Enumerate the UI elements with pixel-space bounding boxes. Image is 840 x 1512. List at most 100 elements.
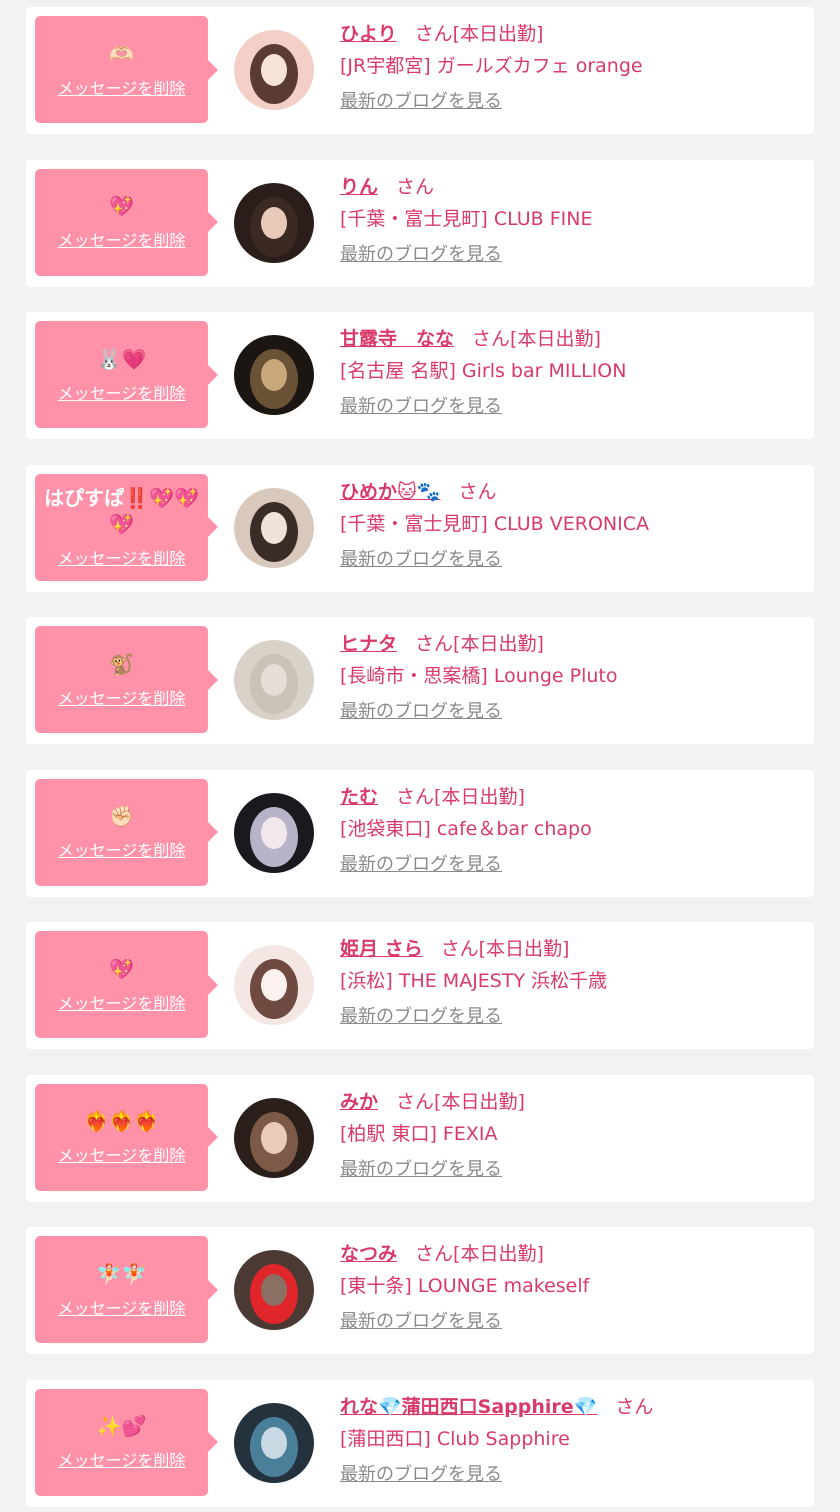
cast-name-link[interactable]: ひめか🐱🐾: [340, 481, 440, 503]
shop-name: [JR宇都宮] ガールズカフェ orange: [340, 55, 643, 77]
honorific: さん: [440, 938, 479, 960]
cast-name-row: たむ さん[本日出勤]: [340, 782, 804, 812]
shop-name: [千葉・富士見町] CLUB VERONICA: [340, 512, 649, 535]
shop-name: [蒲田西口] Club Sapphire: [340, 1427, 570, 1450]
message-card: ✊🏻 メッセージを削除 たむ さん[本日出勤] [池袋東口] cafe＆bar chap…: [26, 769, 814, 897]
message-bubble: 🐒 メッセージを削除: [35, 626, 218, 733]
avatar[interactable]: [234, 335, 314, 415]
cast-info: れな💎蒲田西口Sapphire💎 さん [蒲田西口] Club Sapphire 最新…: [340, 1392, 804, 1486]
honorific: さん: [472, 328, 511, 350]
latest-blog-link[interactable]: 最新のブログを見る: [340, 87, 502, 113]
shop-name: [千葉・富士見町] CLUB FINE: [340, 207, 593, 230]
sparkling-heart-icon: 💖: [109, 194, 134, 218]
cast-name-link[interactable]: たむ: [340, 786, 378, 808]
cast-name-link[interactable]: ひより: [340, 23, 397, 45]
work-status: [本日出勤]: [434, 785, 525, 808]
cast-name-link[interactable]: 甘露寺 なな: [340, 328, 454, 350]
honorific: さん: [415, 1243, 454, 1265]
work-status: [本日出勤]: [510, 328, 601, 350]
honorific: さん: [458, 480, 497, 503]
delete-message-link[interactable]: メッセージを削除: [58, 837, 186, 861]
avatar[interactable]: [234, 1097, 314, 1178]
message-card: 🧚🏻🧚🏻 メッセージを削除 なつみ さん[本日出勤] [東十条] LOUNGE make…: [26, 1227, 814, 1354]
sparkling-heart-icon: はぴすぱ‼️💖💖💖: [44, 486, 199, 536]
avatar[interactable]: [234, 792, 314, 873]
message-bubble: ✨💕 メッセージを削除: [35, 1388, 218, 1496]
delete-message-link[interactable]: メッセージを削除: [58, 75, 186, 99]
message-card: 🫶🏻 メッセージを削除 ひより さん[本日出勤] [JR宇都宮] ガールズカフェ ora…: [26, 7, 814, 134]
message-card: 💖 メッセージを削除 姫月 さら さん[本日出勤] [浜松] THE MAJESTY 浜…: [26, 922, 814, 1049]
delete-message-link[interactable]: メッセージを削除: [58, 685, 186, 709]
honorific: さん: [615, 1395, 654, 1418]
delete-message-link[interactable]: メッセージを削除: [58, 380, 186, 404]
cast-name-link[interactable]: ヒナタ: [340, 633, 397, 655]
avatar[interactable]: [234, 487, 314, 568]
cast-name-row: なつみ さん[本日出勤]: [340, 1239, 804, 1269]
avatar[interactable]: [234, 1250, 314, 1330]
heart-hands-icon: 🫶🏻: [109, 41, 134, 66]
cast-info: みか さん[本日出勤] [柏駅 東口] FEXIA 最新のブログを見る: [340, 1087, 804, 1181]
delete-message-link[interactable]: メッセージを削除: [58, 1142, 186, 1166]
message-card: ✨💕 メッセージを削除 れな💎蒲田西口Sapphire💎 さん [蒲田西口] Club …: [26, 1379, 814, 1507]
monkey-icon: 🐒: [109, 651, 134, 676]
delete-message-link[interactable]: メッセージを削除: [58, 227, 186, 251]
message-card: 🐒 メッセージを削除 ヒナタ さん[本日出勤] [長崎市・思案橋] Lounge Plu…: [26, 617, 814, 744]
work-status: [本日出勤]: [478, 938, 570, 960]
cast-info: たむ さん[本日出勤] [池袋東口] cafe＆bar chapo 最新のブログを見る: [340, 782, 804, 876]
cast-info: ひめか🐱🐾 さん [千葉・富士見町] CLUB VERONICA 最新のブログを見る: [340, 477, 804, 571]
avatar[interactable]: [234, 182, 314, 263]
avatar[interactable]: [234, 640, 314, 720]
latest-blog-link[interactable]: 最新のブログを見る: [340, 545, 502, 571]
work-status: [本日出勤]: [434, 1090, 525, 1113]
cast-name-link[interactable]: りん: [340, 176, 378, 198]
shop-name: [長崎市・思案橋] Lounge Pluto: [340, 665, 618, 687]
delete-message-link[interactable]: メッセージを削除: [58, 545, 186, 569]
delete-message-link[interactable]: メッセージを削除: [58, 1295, 186, 1319]
shop-name: [浜松] THE MAJESTY 浜松千歳: [340, 970, 608, 992]
avatar[interactable]: [234, 1402, 314, 1483]
avatar[interactable]: [234, 30, 314, 110]
cast-name-row: 甘露寺 なな さん[本日出勤]: [340, 324, 804, 354]
latest-blog-link[interactable]: 最新のブログを見る: [340, 1460, 502, 1486]
latest-blog-link[interactable]: 最新のブログを見る: [340, 697, 502, 723]
cast-info: 姫月 さら さん[本日出勤] [浜松] THE MAJESTY 浜松千歳最新のブログ…: [340, 934, 804, 1028]
message-bubble: 🐰💗 メッセージを削除: [35, 321, 218, 428]
message-card: 🐰💗 メッセージを削除 甘露寺 なな さん[本日出勤] [名古屋 名駅] Girls b…: [26, 312, 814, 439]
sparkles-hearts-icon: ✨💕: [96, 1414, 147, 1438]
honorific: さん: [415, 633, 454, 655]
cast-name-row: ひより さん[本日出勤]: [340, 19, 804, 49]
cast-name-link[interactable]: みか: [340, 1091, 378, 1113]
message-bubble: 💖 メッセージを削除: [35, 931, 218, 1038]
raised-fist-icon: ✊🏻: [109, 804, 134, 828]
message-card: 💖 メッセージを削除 りん さん [千葉・富士見町] CLUB FINE 最新のブログを見…: [26, 159, 814, 287]
shop-name: [柏駅 東口] FEXIA: [340, 1122, 498, 1145]
honorific: さん: [396, 1090, 435, 1113]
shop-name: [池袋東口] cafe＆bar chapo: [340, 817, 592, 840]
latest-blog-link[interactable]: 最新のブログを見る: [340, 1155, 502, 1181]
cast-info: なつみ さん[本日出勤] [東十条] LOUNGE makeself 最新のブログを見…: [340, 1239, 804, 1333]
latest-blog-link[interactable]: 最新のブログを見る: [340, 240, 502, 266]
fairy-icon: 🧚🏻🧚🏻: [96, 1261, 147, 1286]
message-bubble: 💖 メッセージを削除: [35, 168, 218, 276]
message-bubble: ❤️‍🔥❤️‍🔥❤️‍🔥 メッセージを削除: [35, 1083, 218, 1191]
latest-blog-link[interactable]: 最新のブログを見る: [340, 1002, 502, 1028]
cast-name-link[interactable]: 姫月 さら: [340, 938, 423, 960]
latest-blog-link[interactable]: 最新のブログを見る: [340, 392, 502, 418]
cast-name-link[interactable]: なつみ: [340, 1243, 397, 1265]
cast-name-link[interactable]: れな💎蒲田西口Sapphire💎: [340, 1396, 597, 1418]
cast-name-row: ひめか🐱🐾 さん: [340, 477, 804, 507]
delete-message-link[interactable]: メッセージを削除: [58, 990, 186, 1014]
cast-info: 甘露寺 なな さん[本日出勤] [名古屋 名駅] Girls bar MILLION…: [340, 324, 804, 418]
delete-message-link[interactable]: メッセージを削除: [58, 1447, 186, 1471]
honorific: さん: [414, 23, 453, 45]
latest-blog-link[interactable]: 最新のブログを見る: [340, 850, 502, 876]
avatar[interactable]: [234, 945, 314, 1025]
work-status: [本日出勤]: [453, 1243, 544, 1265]
work-status: [本日出勤]: [452, 23, 544, 45]
work-status: [本日出勤]: [453, 633, 544, 655]
latest-blog-link[interactable]: 最新のブログを見る: [340, 1307, 502, 1333]
message-bubble: 🧚🏻🧚🏻 メッセージを削除: [35, 1236, 218, 1343]
honorific: さん: [396, 785, 435, 808]
cast-name-row: れな💎蒲田西口Sapphire💎 さん: [340, 1392, 804, 1422]
cast-name-row: ヒナタ さん[本日出勤]: [340, 629, 804, 659]
